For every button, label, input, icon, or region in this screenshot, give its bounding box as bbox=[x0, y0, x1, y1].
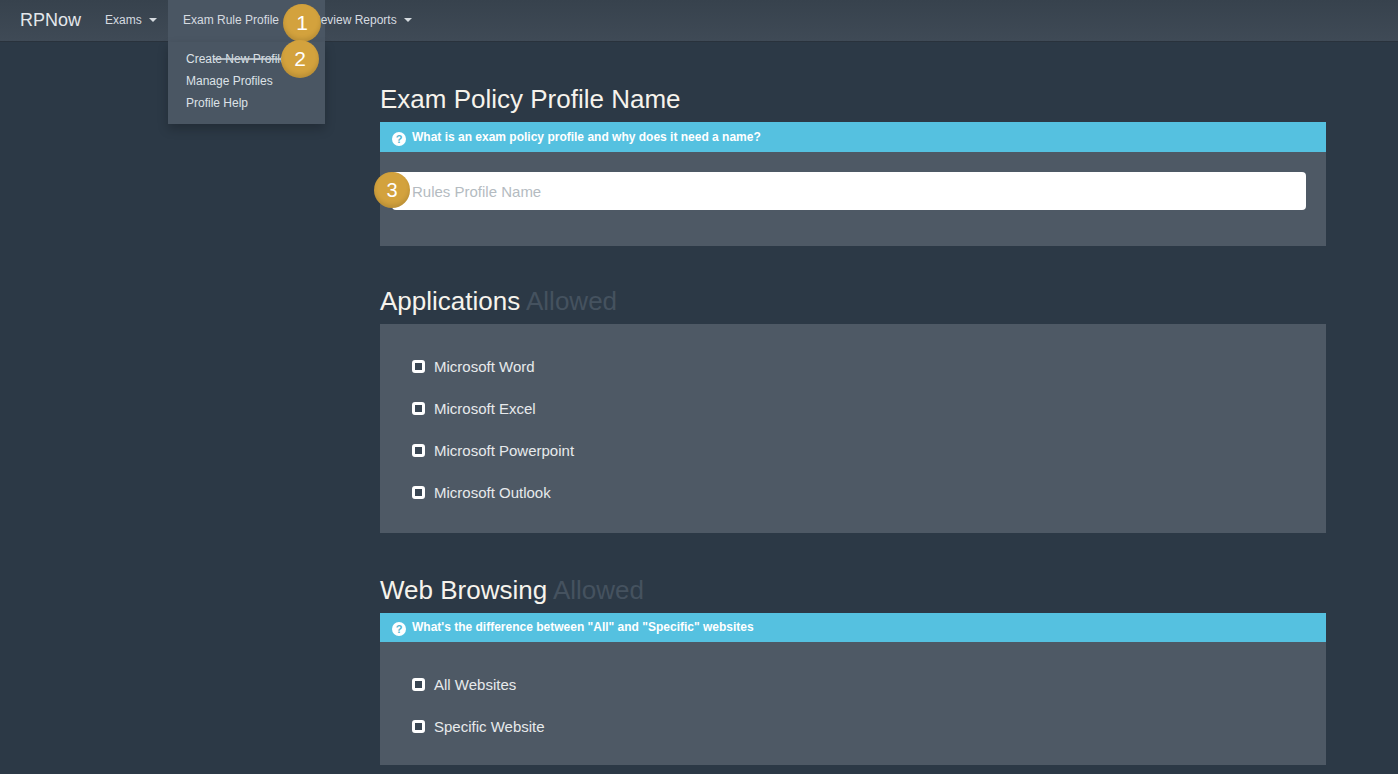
nav-item-review-reports[interactable]: Review Reports bbox=[312, 0, 412, 41]
checkbox-icon[interactable] bbox=[412, 402, 425, 415]
checkbox-row-microsoft-outlook[interactable]: Microsoft Outlook bbox=[412, 483, 551, 501]
applications-title-suffix: Allowed bbox=[526, 286, 617, 316]
checkbox-row-microsoft-powerpoint[interactable]: Microsoft Powerpoint bbox=[412, 441, 574, 459]
nav-item-exam-rule-profile[interactable]: Exam Rule Profile bbox=[183, 0, 294, 41]
brand-logo[interactable]: RPNow bbox=[20, 0, 81, 41]
applications-panel bbox=[380, 324, 1326, 533]
help-icon: ? bbox=[392, 132, 406, 146]
checkbox-row-microsoft-excel[interactable]: Microsoft Excel bbox=[412, 399, 536, 417]
rules-profile-name-input[interactable] bbox=[392, 172, 1306, 210]
annotation-badge-1: 1 bbox=[283, 4, 321, 42]
checkbox-row-microsoft-word[interactable]: Microsoft Word bbox=[412, 357, 535, 375]
help-bar-text: What's the difference between "All" and … bbox=[412, 620, 754, 634]
web-browsing-section-title: Web Browsing Allowed bbox=[380, 575, 644, 606]
annotation-badge-3: 3 bbox=[374, 172, 410, 208]
annotation-line bbox=[213, 58, 287, 60]
chevron-down-icon bbox=[404, 18, 412, 22]
annotation-badge-2: 2 bbox=[281, 40, 319, 78]
checkbox-icon[interactable] bbox=[412, 360, 425, 373]
checkbox-icon[interactable] bbox=[412, 720, 425, 733]
top-navbar: RPNow Exams Exam Rule Profile Review Rep… bbox=[0, 0, 1398, 42]
help-bar-profile-name[interactable]: ? What is an exam policy profile and why … bbox=[380, 122, 1326, 152]
checkbox-icon[interactable] bbox=[412, 486, 425, 499]
web-browsing-title-suffix: Allowed bbox=[553, 575, 644, 605]
checkbox-icon[interactable] bbox=[412, 678, 425, 691]
help-icon: ? bbox=[392, 622, 406, 636]
nav-item-exams[interactable]: Exams bbox=[105, 0, 157, 41]
applications-section-title: Applications Allowed bbox=[380, 286, 617, 317]
help-bar-text: What is an exam policy profile and why d… bbox=[412, 130, 761, 144]
menu-item-profile-help[interactable]: Profile Help bbox=[168, 92, 325, 114]
checkbox-icon[interactable] bbox=[412, 444, 425, 457]
checkbox-row-all-websites[interactable]: All Websites bbox=[412, 675, 516, 693]
checkbox-row-specific-website[interactable]: Specific Website bbox=[412, 717, 545, 735]
page-title: Exam Policy Profile Name bbox=[380, 84, 681, 115]
help-bar-websites[interactable]: ? What's the difference between "All" and… bbox=[380, 613, 1326, 642]
chevron-down-icon bbox=[149, 18, 157, 22]
web-browsing-panel bbox=[380, 642, 1326, 765]
